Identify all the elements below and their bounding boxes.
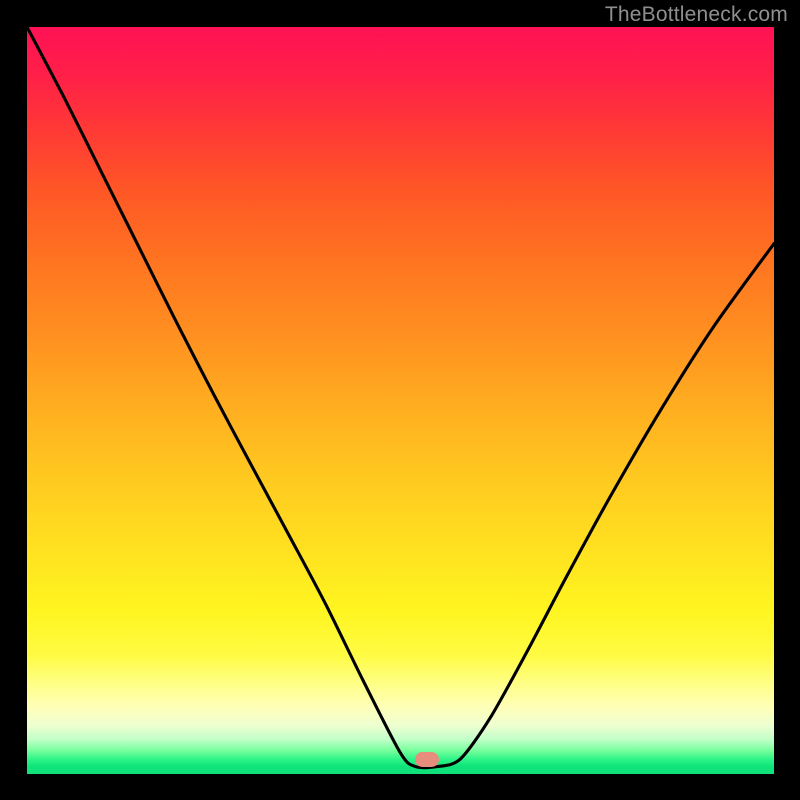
minimum-marker-icon (415, 752, 439, 767)
chart-stage: TheBottleneck.com (0, 0, 800, 800)
watermark-text: TheBottleneck.com (605, 3, 788, 27)
bottleneck-curve (27, 27, 774, 768)
plot-area (27, 27, 774, 774)
curve-layer (27, 27, 774, 774)
